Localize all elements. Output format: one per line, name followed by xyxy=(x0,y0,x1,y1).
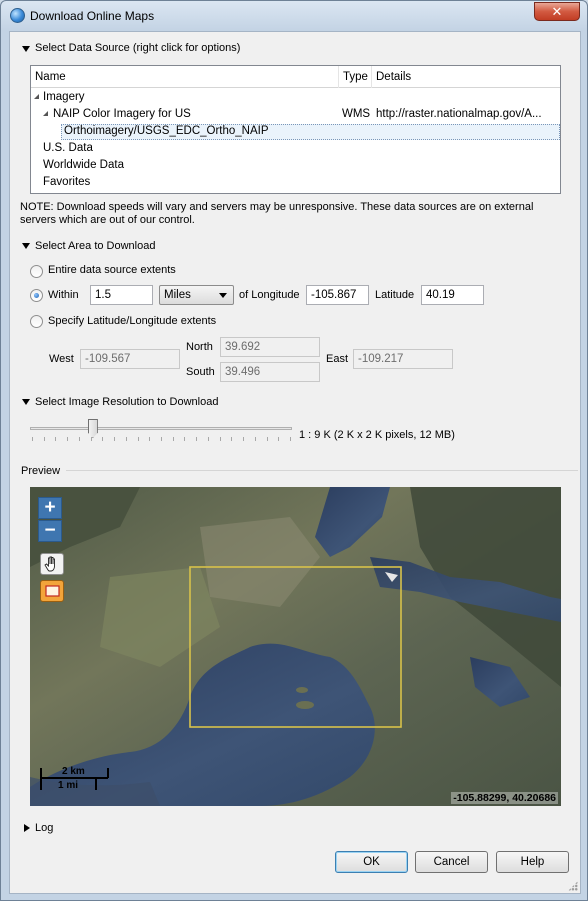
window-title: Download Online Maps xyxy=(30,9,155,23)
satellite-imagery xyxy=(30,487,561,806)
tree-item-naip[interactable]: NAIP Color Imagery for US xyxy=(53,108,191,120)
hand-icon[interactable] xyxy=(40,553,64,575)
column-type-header[interactable]: Type xyxy=(343,71,368,83)
data-source-header[interactable]: Select Data Source (right click for opti… xyxy=(35,42,240,54)
collapse-triangle-icon[interactable] xyxy=(22,46,30,52)
longitude-input[interactable]: -105.867 xyxy=(306,285,369,305)
preview-divider xyxy=(66,470,578,471)
rectangle-select-icon[interactable] xyxy=(40,580,64,602)
tree-item-naip-type: WMS xyxy=(342,108,371,120)
latitude-input[interactable]: 40.19 xyxy=(421,285,484,305)
slider-tick xyxy=(184,437,186,441)
tree-header: Name Type Details xyxy=(31,66,560,88)
download-maps-window: Download Online Maps ✕ Select Data Sourc… xyxy=(0,0,588,901)
of-longitude-label: of Longitude xyxy=(239,289,300,301)
slider-tick xyxy=(125,437,127,441)
slider-tick xyxy=(32,437,33,441)
slider-tick xyxy=(78,437,80,441)
cancel-button[interactable]: Cancel xyxy=(415,851,488,873)
slider-tick xyxy=(90,437,92,441)
expand-open-icon[interactable] xyxy=(34,94,39,99)
specify-extents-label[interactable]: Specify Latitude/Longitude extents xyxy=(48,315,216,327)
resolution-value-label: 1 : 9 K (2 K x 2 K pixels, 12 MB) xyxy=(299,429,455,441)
west-input[interactable]: -109.567 xyxy=(80,349,180,369)
expand-closed-icon[interactable] xyxy=(35,161,41,171)
specify-extents-radio[interactable] xyxy=(30,315,43,328)
column-name-header[interactable]: Name xyxy=(35,71,66,83)
slider-tick xyxy=(219,437,221,441)
within-radio[interactable] xyxy=(30,289,43,302)
slider-tick xyxy=(102,437,104,441)
latitude-label: Latitude xyxy=(375,289,415,301)
map-preview[interactable]: + − 2 km 1 mi -105.88299, 40.20686 xyxy=(30,487,561,806)
units-selected-value: Miles xyxy=(164,289,191,301)
ok-button[interactable]: OK xyxy=(335,851,408,873)
slider-tick xyxy=(172,437,174,441)
help-button[interactable]: Help xyxy=(496,851,569,873)
slider-tick xyxy=(207,437,209,441)
expand-closed-icon[interactable] xyxy=(35,144,41,154)
slider-tick xyxy=(266,437,268,441)
resolution-header[interactable]: Select Image Resolution to Download xyxy=(35,396,218,408)
slider-tick xyxy=(254,437,256,441)
resolution-slider-thumb[interactable] xyxy=(87,419,98,438)
slider-tick xyxy=(290,437,291,441)
slider-tick xyxy=(278,437,280,441)
slider-tick xyxy=(55,437,57,441)
south-input[interactable]: 39.496 xyxy=(220,362,320,382)
tree-item-worldwide[interactable]: Worldwide Data xyxy=(43,159,124,171)
tree-item-ortho[interactable]: Orthoimagery/USGS_EDC_Ortho_NAIP xyxy=(64,125,269,137)
expand-open-icon[interactable] xyxy=(43,111,48,116)
collapse-triangle-icon[interactable] xyxy=(22,243,30,249)
tree-item-us-data[interactable]: U.S. Data xyxy=(43,142,93,154)
resize-grip[interactable] xyxy=(568,881,578,891)
zoom-in-button[interactable]: + xyxy=(38,497,62,519)
globe-icon xyxy=(10,8,25,23)
chevron-down-icon xyxy=(219,293,227,298)
south-label: South xyxy=(186,366,215,378)
preview-label: Preview xyxy=(21,465,61,477)
dialog-body: Select Data Source (right click for opti… xyxy=(9,31,581,894)
expand-closed-icon[interactable] xyxy=(35,178,41,188)
within-label[interactable]: Within xyxy=(48,289,79,301)
east-label: East xyxy=(326,353,349,365)
slider-tick xyxy=(231,437,233,441)
scale-mi-label: 1 mi xyxy=(58,780,79,791)
entire-extents-label[interactable]: Entire data source extents xyxy=(48,264,176,276)
slider-tick xyxy=(196,437,198,441)
slider-tick xyxy=(114,437,116,441)
entire-extents-radio[interactable] xyxy=(30,265,43,278)
zoom-out-button[interactable]: − xyxy=(38,520,62,542)
cursor-coordinates: -105.88299, 40.20686 xyxy=(451,792,558,804)
tree-item-favorites[interactable]: Favorites xyxy=(43,176,90,188)
data-source-tree[interactable]: Name Type Details Imagery NAIP Color Ima… xyxy=(30,65,561,194)
collapse-triangle-icon[interactable] xyxy=(22,399,30,405)
scale-km-label: 2 km xyxy=(62,766,85,777)
scale-bar: 2 km 1 mi xyxy=(40,765,110,795)
slider-tick xyxy=(43,437,45,441)
slider-tick xyxy=(67,437,69,441)
download-note: NOTE: Download speeds will vary and serv… xyxy=(20,201,534,226)
west-label: West xyxy=(49,353,74,365)
title-bar[interactable]: Download Online Maps ✕ xyxy=(1,1,587,31)
resolution-slider-track[interactable] xyxy=(30,427,292,430)
east-input[interactable]: -109.217 xyxy=(353,349,453,369)
close-button[interactable]: ✕ xyxy=(534,2,580,21)
log-header[interactable]: Log xyxy=(35,822,53,834)
slider-tick xyxy=(243,437,245,441)
north-input[interactable]: 39.692 xyxy=(220,337,320,357)
units-select[interactable]: Miles xyxy=(159,285,234,305)
slider-tick xyxy=(149,437,151,441)
slider-tick xyxy=(137,437,139,441)
tree-item-naip-details: http://raster.nationalmap.gov/A... xyxy=(376,108,542,120)
north-label: North xyxy=(186,341,213,353)
within-distance-input[interactable]: 1.5 xyxy=(90,285,153,305)
tree-item-imagery[interactable]: Imagery xyxy=(43,91,85,103)
column-details-header[interactable]: Details xyxy=(376,71,411,83)
area-header[interactable]: Select Area to Download xyxy=(35,240,155,252)
slider-tick xyxy=(161,437,162,441)
expand-triangle-icon[interactable] xyxy=(24,824,30,832)
